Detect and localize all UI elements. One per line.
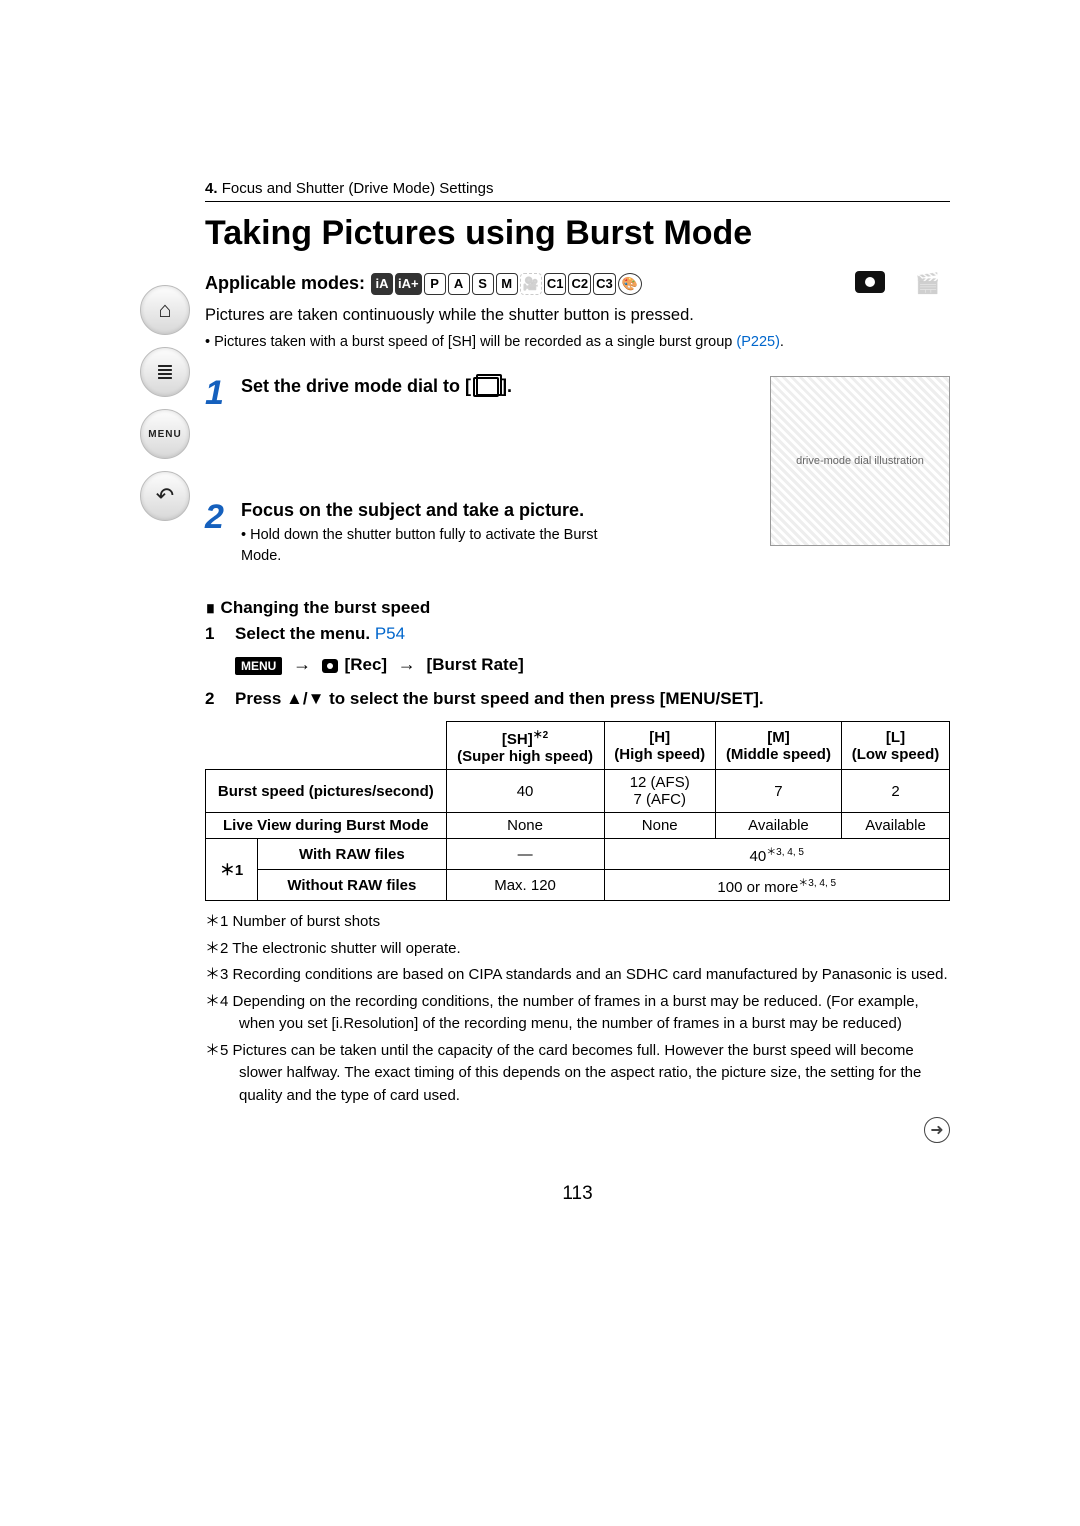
substep-1-text: Select the menu. (235, 624, 375, 643)
burst-mode-icon (473, 377, 499, 397)
mode-chip: C1 (544, 273, 567, 295)
footnote: ＊4 Depending on the recording conditions… (205, 991, 950, 1036)
menu-icon[interactable]: MENU (140, 409, 190, 459)
table-cell: 7 (715, 770, 841, 813)
breadcrumb-text: Focus and Shutter (Drive Mode) Settings (222, 180, 494, 197)
footnote: ＊1 Number of burst shots (205, 911, 950, 934)
table-cell: None (446, 813, 604, 839)
menu-path-rec: [Rec] (345, 655, 388, 674)
table-cell: Max. 120 (446, 870, 604, 901)
arrow-icon: → (398, 654, 416, 674)
dial-diagram: drive-mode dial illustration (770, 376, 950, 546)
link-p225[interactable]: (P225) (736, 334, 780, 350)
step-2-title: Focus on the subject and take a picture. (241, 500, 750, 521)
footnote: ＊2 The electronic shutter will operate. (205, 938, 950, 961)
table-cell: 40＊3, 4, 5 (604, 839, 949, 870)
mode-chip: 🎨 (618, 273, 642, 295)
record-type-icons: 🎬 (855, 271, 950, 296)
burst-speed-table: [SH]＊2 (Super high speed) [H](High speed… (205, 721, 950, 901)
step-text: ]. (501, 376, 512, 396)
intro-text: Pictures are taken continuously while th… (205, 304, 950, 328)
row-liveview-label: Live View during Burst Mode (206, 813, 447, 839)
next-page-icon[interactable]: ➜ (924, 1117, 950, 1143)
substep-1-num: 1 (205, 624, 223, 644)
bullet-text: . (780, 334, 784, 350)
menu-path-burst-rate: [Burst Rate] (427, 655, 524, 674)
substep-2-num: 2 (205, 689, 223, 709)
mode-chip: S (472, 273, 494, 295)
step-text: Set the drive mode dial to [ (241, 376, 471, 396)
breadcrumb: 4. Focus and Shutter (Drive Mode) Settin… (205, 180, 950, 197)
step-number-1: 1 (205, 376, 227, 410)
step-number-2: 2 (205, 500, 227, 534)
applicable-modes-label: Applicable modes: (205, 273, 365, 294)
row-withraw-label: With RAW files (258, 839, 447, 870)
row-withoutraw-label: Without RAW files (258, 870, 447, 901)
home-icon[interactable]: ⌂ (140, 285, 190, 335)
mode-chip: iA (371, 273, 393, 295)
back-icon[interactable]: ↶ (140, 471, 190, 521)
mode-chip-list: iA iA+ P A S M 🎥 C1 C2 C3 🎨 (371, 273, 642, 295)
contents-icon[interactable]: ≣ (140, 347, 190, 397)
footnote: ＊3 Recording conditions are based on CIP… (205, 964, 950, 987)
table-cell: 2 (841, 770, 949, 813)
mode-chip: A (448, 273, 470, 295)
page-title: Taking Pictures using Burst Mode (205, 214, 950, 253)
breadcrumb-num: 4. (205, 180, 218, 197)
table-cell: 12 (AFS) 7 (AFC) (604, 770, 715, 813)
link-p54[interactable]: P54 (375, 624, 405, 643)
table-cell: 40 (446, 770, 604, 813)
intro-bullet: Pictures taken with a burst speed of [SH… (205, 332, 950, 354)
table-header-h: [H](High speed) (604, 722, 715, 770)
mode-chip-disabled: 🎥 (520, 273, 542, 295)
table-cell: Available (841, 813, 949, 839)
mode-chip: M (496, 273, 518, 295)
changing-burst-speed-title: ∎ Changing the burst speed (205, 598, 950, 618)
table-header-sh: [SH]＊2 (Super high speed) (446, 722, 604, 770)
footnote: ＊5 Pictures can be taken until the capac… (205, 1040, 950, 1108)
substep-2-text: Press ▲/▼ to select the burst speed and … (235, 689, 764, 708)
step-2-bullet: Hold down the shutter button fully to ac… (241, 525, 601, 569)
menu-badge: MENU (235, 657, 282, 675)
mode-chip: iA+ (395, 273, 422, 295)
table-cell: — (446, 839, 604, 870)
rec-camera-icon (322, 659, 338, 673)
bullet-text: Pictures taken with a burst speed of [SH… (214, 334, 736, 350)
divider (205, 201, 950, 202)
arrow-icon: → (293, 654, 311, 674)
mode-chip: P (424, 273, 446, 295)
page-number: 113 (205, 1183, 950, 1205)
row-burst-speed-label: Burst speed (pictures/second) (206, 770, 447, 813)
footnotes: ＊1 Number of burst shots ＊2 The electron… (205, 911, 950, 1107)
table-header-l: [L](Low speed) (841, 722, 949, 770)
mode-chip: C3 (593, 273, 616, 295)
photo-icon (855, 271, 885, 293)
table-cell: None (604, 813, 715, 839)
step-1-title: Set the drive mode dial to []. (241, 376, 512, 396)
applicable-modes: Applicable modes: iA iA+ P A S M 🎥 C1 C2… (205, 273, 642, 295)
sidebar-nav: ⌂ ≣ MENU ↶ (140, 285, 196, 521)
table-cell: Available (715, 813, 841, 839)
mode-chip: C2 (568, 273, 591, 295)
row-star1-label: ＊1 (206, 839, 258, 901)
table-cell: 100 or more＊3, 4, 5 (604, 870, 949, 901)
table-header-m: [M](Middle speed) (715, 722, 841, 770)
